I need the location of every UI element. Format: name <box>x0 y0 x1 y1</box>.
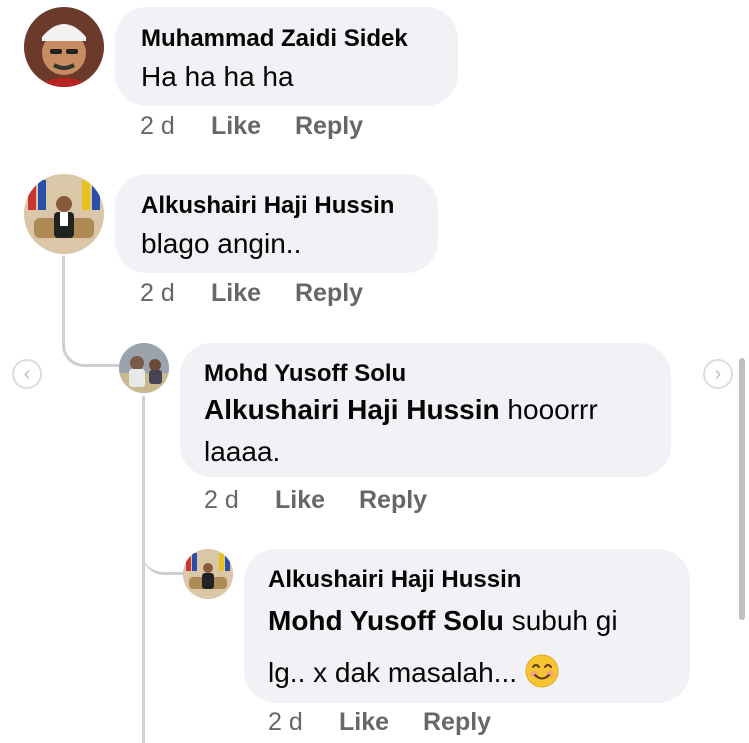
comment-actions: 2 d Like Reply <box>268 708 568 738</box>
avatar[interactable] <box>183 549 233 599</box>
comment-text-line2: lg.. x dak masalah... <box>268 657 525 688</box>
comment-bubble: Alkushairi Haji Hussin blago angin.. <box>115 174 438 273</box>
comment-text-line2: laaaa. <box>204 436 281 467</box>
next-button[interactable]: › <box>703 359 733 389</box>
thread-line-2 <box>142 396 145 743</box>
profile-photo-icon <box>24 174 104 254</box>
profile-photo-icon <box>24 7 104 87</box>
comment-timestamp[interactable]: 2 d <box>140 112 175 141</box>
comment-text: Ha ha ha ha <box>141 61 294 92</box>
previous-button[interactable]: ‹ <box>12 359 42 389</box>
comment-text: Mohd Yusoff Solu subuh gi lg.. x dak mas… <box>268 595 688 699</box>
comment-author[interactable]: Alkushairi Haji Hussin <box>141 192 394 220</box>
comment-author[interactable]: Mohd Yusoff Solu <box>204 360 406 388</box>
reply-button[interactable]: Reply <box>359 486 427 515</box>
avatar[interactable] <box>24 174 104 254</box>
reply-bubble: Mohd Yusoff Solu Alkushairi Haji Hussin … <box>180 343 671 477</box>
comment-actions: 2 d Like Reply <box>140 279 440 309</box>
thread-line-1 <box>62 256 125 367</box>
comment-timestamp[interactable]: 2 d <box>268 708 303 737</box>
comment-text: blago angin.. <box>141 228 302 259</box>
smiling-face-emoji-icon <box>525 654 559 688</box>
like-button[interactable]: Like <box>211 112 261 141</box>
reply-button[interactable]: Reply <box>295 279 363 308</box>
comment-bubble: Muhammad Zaidi Sidek Ha ha ha ha <box>115 7 458 106</box>
reply-bubble: Alkushairi Haji Hussin Mohd Yusoff Solu … <box>244 549 690 703</box>
like-button[interactable]: Like <box>211 279 261 308</box>
mention-link[interactable]: Mohd Yusoff Solu <box>268 605 504 636</box>
comment-author[interactable]: Muhammad Zaidi Sidek <box>141 25 408 53</box>
comment-timestamp[interactable]: 2 d <box>140 279 175 308</box>
like-button[interactable]: Like <box>339 708 389 737</box>
comment-author[interactable]: Alkushairi Haji Hussin <box>268 566 521 594</box>
reply-button[interactable]: Reply <box>295 112 363 141</box>
scrollbar[interactable] <box>739 358 745 620</box>
comment-timestamp[interactable]: 2 d <box>204 486 239 515</box>
mention-link[interactable]: Alkushairi Haji Hussin <box>204 394 500 425</box>
chevron-left-icon: ‹ <box>23 362 31 385</box>
comment-text-line1: hooorrr <box>499 394 598 425</box>
avatar[interactable] <box>119 343 169 393</box>
comment-actions: 2 d Like Reply <box>204 486 504 516</box>
comment-text-line1: subuh gi <box>503 605 618 636</box>
comment-text: Alkushairi Haji Hussin hooorrr laaaa. <box>204 389 664 473</box>
chevron-right-icon: › <box>714 362 722 385</box>
profile-photo-icon <box>119 343 169 393</box>
profile-photo-icon <box>183 549 233 599</box>
avatar[interactable] <box>24 7 104 87</box>
like-button[interactable]: Like <box>275 486 325 515</box>
reply-button[interactable]: Reply <box>423 708 491 737</box>
thread-line-3 <box>142 520 186 575</box>
comment-actions: 2 d Like Reply <box>140 112 440 142</box>
